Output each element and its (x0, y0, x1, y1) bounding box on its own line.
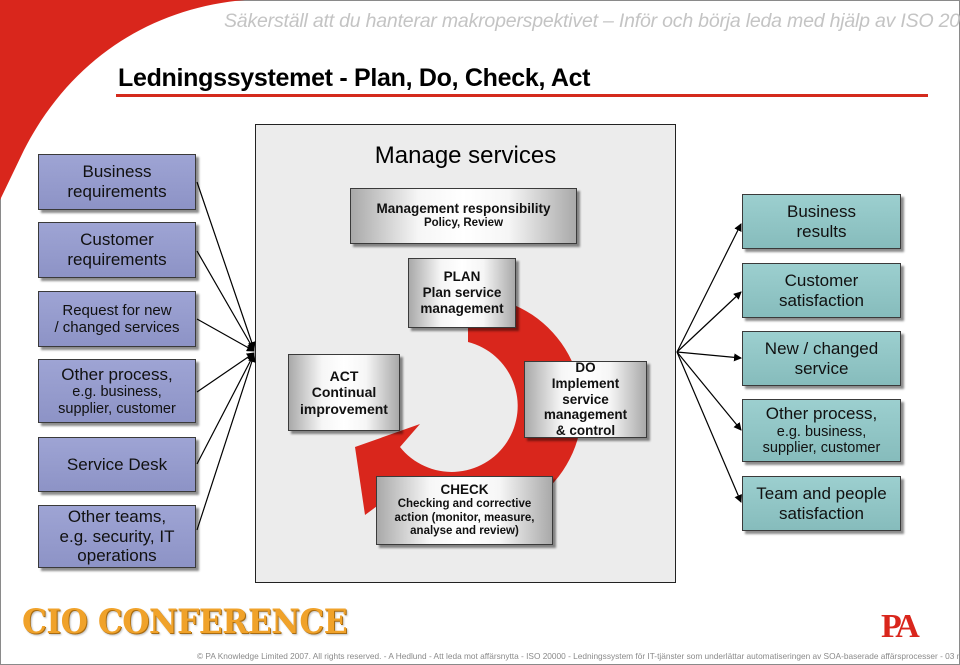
pa-logo: PA (881, 608, 920, 645)
output-arrow-business (676, 223, 742, 353)
output-arrow-customer (676, 291, 742, 353)
input-arrow-other-teams (196, 354, 256, 531)
output-arrow-new-service (676, 351, 742, 362)
cio-conference-logo: CIO CONFERENCE (22, 602, 348, 642)
output-arrow-team (676, 351, 742, 503)
connector-arrows (196, 181, 742, 531)
input-arrow-other-process (196, 352, 255, 393)
output-arrow-other-process (676, 351, 742, 431)
footer-copyright: © PA Knowledge Limited 2007. All rights … (197, 651, 960, 661)
input-arrow-service-desk (196, 353, 255, 465)
